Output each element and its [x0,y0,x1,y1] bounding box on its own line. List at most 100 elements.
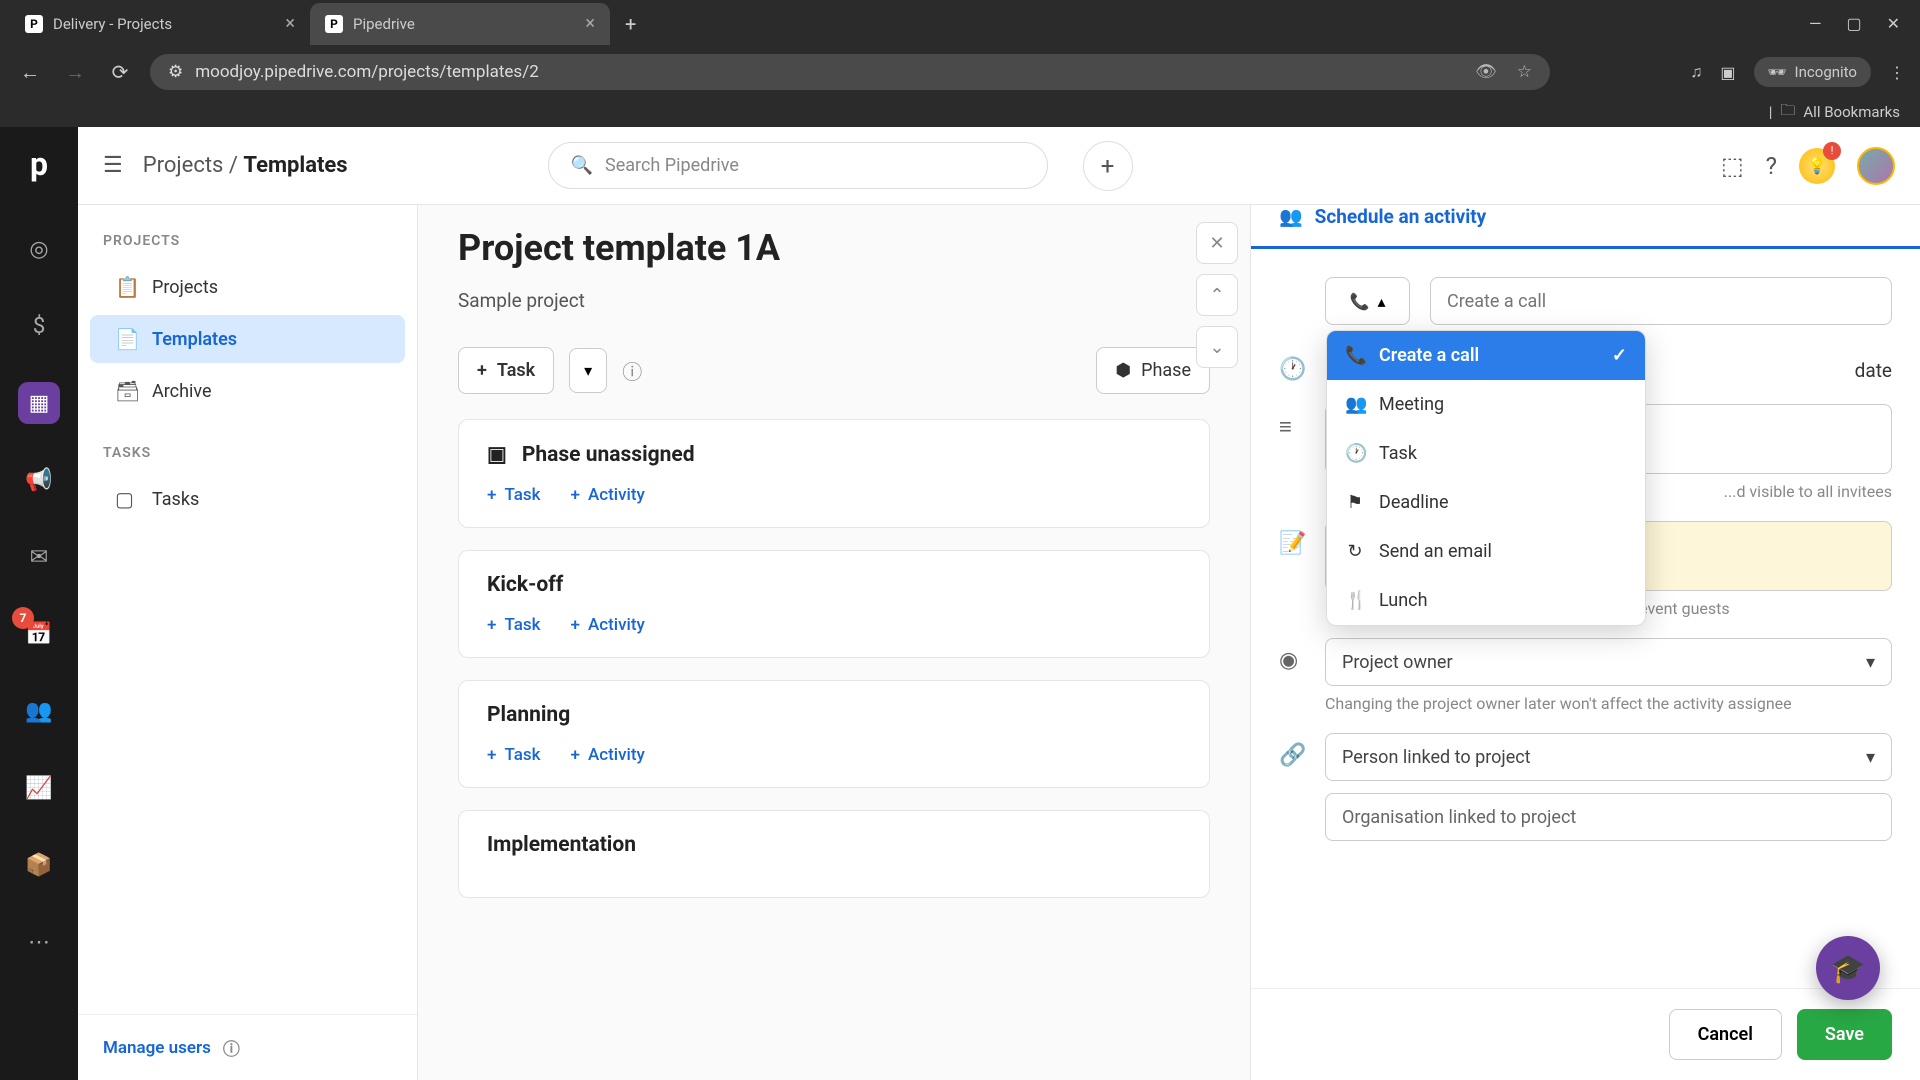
plus-icon: + [571,615,580,635]
minimize-icon[interactable]: — [1809,14,1822,33]
next-button[interactable]: ⌄ [1196,326,1238,368]
activity-type-select[interactable]: 📞 ▴ 📞 Create a call ✓ 👥 Meeting [1325,277,1410,325]
manage-users-link[interactable]: Manage users ⓘ [78,1014,417,1080]
add-activity-link[interactable]: +Activity [571,485,645,505]
incognito-label: Incognito [1795,63,1857,81]
new-tab-button[interactable]: + [610,12,651,36]
dropdown-item-lunch[interactable]: 🍴 Lunch [1327,576,1645,625]
chevron-up-icon: ▴ [1377,292,1385,311]
info-icon[interactable]: ⓘ [622,356,642,385]
divider: | [1769,103,1773,121]
breadcrumb-sep: / [229,153,238,178]
browser-tab[interactable]: P Pipedrive × [310,3,610,45]
rail-campaigns-icon[interactable]: 📢 [18,459,60,501]
sidebar-item-tasks[interactable]: ▢ Tasks [90,475,405,523]
rail-insights-icon[interactable]: 📈 [18,767,60,809]
owner-row: ◉ Project owner ▾ [1279,638,1892,686]
sidebar-toggle-icon[interactable]: ☰ [103,153,123,178]
add-activity-link[interactable]: +Activity [571,745,645,765]
help-icon[interactable]: ? [1766,152,1777,180]
close-icon[interactable]: × [285,13,295,34]
manage-users-label: Manage users [103,1038,211,1058]
add-task-link[interactable]: +Task [487,485,541,505]
rail-mail-icon[interactable]: ✉ [18,536,60,578]
notification-badge: ! [1823,142,1841,160]
panel-body: 📞 ▴ 📞 Create a call ✓ 👥 Meeting [1251,249,1920,988]
rail-contacts-icon[interactable]: 👥 [18,690,60,732]
plus-icon: + [571,745,580,765]
tips-icon[interactable]: 💡! [1799,148,1835,184]
task-dropdown-button[interactable]: ▾ [569,348,607,393]
incognito-button[interactable]: 🕶 Incognito [1754,57,1872,87]
dropdown-item-deadline[interactable]: ⚑ Deadline [1327,478,1645,527]
prev-button[interactable]: ⌃ [1196,274,1238,316]
url-bar[interactable]: ⚙ moodjoy.pipedrive.com/projects/templat… [150,54,1550,90]
phase-card: Kick-off +Task +Activity [458,550,1210,658]
dropdown-item-meeting[interactable]: 👥 Meeting [1327,380,1645,429]
plus-icon: + [487,485,496,505]
help-fab[interactable]: 🎓 [1816,936,1880,1000]
clock-icon: 🕐 [1279,357,1305,382]
maximize-icon[interactable]: ▢ [1846,14,1861,33]
breadcrumb-parent[interactable]: Projects [143,153,224,178]
phase-title: Implementation [487,833,636,857]
sidebar-item-label: Archive [152,381,212,402]
close-icon[interactable]: × [585,13,595,34]
add-task-link[interactable]: +Task [487,745,541,765]
dropdown-item-task[interactable]: 🕐 Task [1327,429,1645,478]
menu-icon[interactable]: ⋮ [1889,63,1905,82]
sidebar-item-archive[interactable]: 🗃 Archive [90,367,405,415]
bookmarks-bar: | 🗀 All Bookmarks [0,97,1920,127]
close-window-icon[interactable]: ✕ [1887,14,1900,33]
link-label: Task [504,745,540,765]
dropdown-item-email[interactable]: ↻ Send an email [1327,527,1645,576]
rail-deals-icon[interactable]: $ [18,305,60,347]
phase-header: Planning [487,703,1181,727]
pipedrive-favicon-icon: P [25,15,43,33]
search-input[interactable]: 🔍 Search Pipedrive [548,142,1048,189]
person-select[interactable]: Person linked to project ▾ [1325,733,1892,781]
pipedrive-logo-icon[interactable]: p [30,145,48,183]
main-content: Project template 1A Sample project + Tas… [418,127,1250,1080]
save-button[interactable]: Save [1797,1009,1892,1060]
add-activity-link[interactable]: +Activity [571,615,645,635]
user-avatar[interactable] [1857,147,1895,185]
rail-activities-icon[interactable]: 7 📅 [18,613,60,655]
all-bookmarks-button[interactable]: All Bookmarks [1803,103,1900,121]
rail-products-icon[interactable]: 📦 [18,844,60,886]
eye-off-icon[interactable]: 👁 [1475,62,1497,82]
link-label: Task [504,615,540,635]
owner-select[interactable]: Project owner ▾ [1325,638,1892,686]
rail-projects-icon[interactable]: ▦ [18,382,60,424]
close-panel-button[interactable]: ✕ [1196,222,1238,264]
media-icon[interactable]: ♫ [1690,62,1702,82]
clock-icon: 🕐 [1345,443,1365,464]
browser-tab[interactable]: P Delivery - Projects × [10,3,310,45]
rail-home-icon[interactable]: ◎ [18,228,60,270]
plus-icon: + [477,360,487,381]
reload-icon[interactable]: ⟳ [105,60,135,84]
activity-title-input[interactable] [1430,277,1892,325]
quick-add-button[interactable]: + [1083,141,1133,191]
rail-more-icon[interactable]: ⋯ [18,921,60,963]
info-icon: ⓘ [223,1035,240,1060]
cancel-button[interactable]: Cancel [1669,1009,1782,1060]
extensions-icon[interactable]: ⬚ [1721,152,1744,180]
sidebar-section-title: TASKS [78,417,417,473]
clipboard-icon: 📋 [115,275,137,299]
add-task-link[interactable]: +Task [487,615,541,635]
activity-panel: ✕ ⌃ ⌄ 👥 Schedule an activity 📞 ▴ 📞 Creat… [1250,127,1920,1080]
owner-helper: Changing the project owner later won't a… [1325,694,1892,713]
dropdown-item-call[interactable]: 📞 Create a call ✓ [1327,331,1645,380]
back-icon[interactable]: ← [15,60,45,85]
sidebar-item-templates[interactable]: 📄 Templates [90,315,405,363]
org-input[interactable]: Organisation linked to project [1325,793,1892,841]
panel-icon[interactable]: ▣ [1720,63,1735,82]
breadcrumb-current: Templates [243,153,347,178]
site-settings-icon[interactable]: ⚙ [168,62,183,82]
bookmark-star-icon[interactable]: ☆ [1517,62,1532,82]
sidebar-item-projects[interactable]: 📋 Projects [90,263,405,311]
file-icon: 📄 [115,327,137,351]
phase-button[interactable]: ⬢ Phase [1096,347,1210,394]
add-task-button[interactable]: + Task [458,347,554,394]
